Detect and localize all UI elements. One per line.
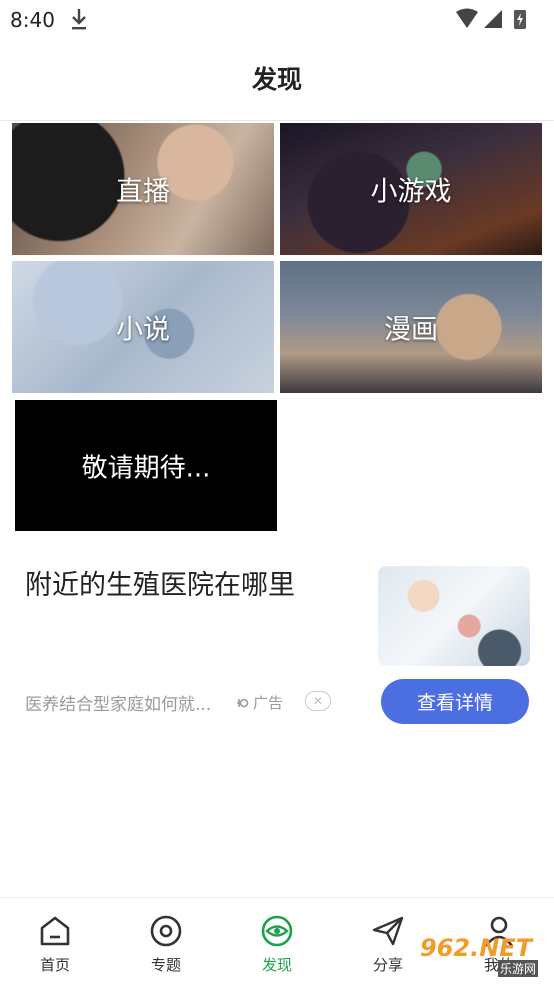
tile-novels[interactable]: 小说 bbox=[12, 261, 274, 393]
eye-icon bbox=[260, 914, 294, 952]
ad-tag-label: 广告 bbox=[253, 694, 284, 712]
signal-battery-icons bbox=[454, 8, 534, 34]
tile-live-stream[interactable]: 直播 bbox=[12, 123, 274, 255]
tab-home[interactable]: 首页 bbox=[0, 898, 110, 985]
paper-plane-icon bbox=[371, 914, 405, 952]
home-icon bbox=[38, 914, 72, 952]
ad-close-icon[interactable]: ✕ bbox=[305, 691, 331, 711]
tab-label: 首页 bbox=[39, 956, 70, 974]
watermark-brand: 962.NET bbox=[420, 934, 533, 962]
tab-label: 发现 bbox=[261, 956, 292, 974]
status-time: 8:40 bbox=[10, 8, 55, 32]
watermark-sub: 乐游网 bbox=[498, 960, 539, 977]
download-icon bbox=[70, 7, 88, 35]
tile-label: 小说 bbox=[116, 314, 170, 346]
status-bar: 8:40 bbox=[0, 0, 554, 38]
page-title: 发现 bbox=[251, 65, 302, 94]
tile-comics[interactable]: 漫画 bbox=[280, 261, 542, 393]
site-watermark: 962.NET 乐游网 bbox=[412, 932, 552, 982]
tile-coming-soon[interactable]: 敬请期待... bbox=[15, 400, 277, 531]
ad-description[interactable]: 医养结合型家庭如何就... bbox=[25, 690, 211, 715]
tile-label: 直播 bbox=[116, 176, 170, 208]
view-details-button[interactable]: 查看详情 bbox=[381, 679, 529, 724]
ad-mark-icon bbox=[237, 698, 249, 707]
tab-topics[interactable]: 专题 bbox=[111, 898, 221, 985]
tile-label: 敬请期待... bbox=[81, 453, 211, 483]
ad-title[interactable]: 附近的生殖医院在哪里 bbox=[25, 563, 295, 602]
ad-tag: 广告 bbox=[236, 692, 283, 713]
tile-label: 小游戏 bbox=[370, 176, 452, 208]
tile-mini-games[interactable]: 小游戏 bbox=[280, 123, 542, 255]
target-icon bbox=[149, 914, 183, 952]
page-header: 发现 bbox=[0, 38, 554, 121]
wifi-icon bbox=[456, 8, 478, 28]
tab-label: 专题 bbox=[150, 956, 181, 974]
cell-signal-icon bbox=[484, 10, 502, 28]
tile-label: 漫画 bbox=[384, 314, 438, 346]
ad-image[interactable] bbox=[378, 566, 530, 666]
tab-discover[interactable]: 发现 bbox=[222, 898, 332, 985]
